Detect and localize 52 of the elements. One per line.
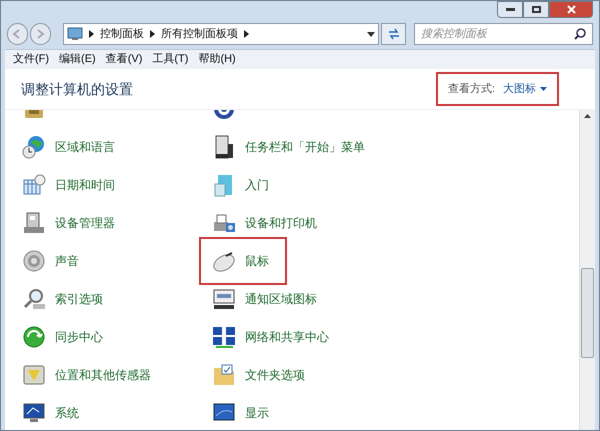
dropdown-arrow-icon[interactable] <box>367 32 376 36</box>
control-panel-link[interactable]: 鼠标 <box>245 252 269 270</box>
control-panel-link[interactable]: 网络和共享中心 <box>245 328 329 346</box>
refresh-button[interactable] <box>381 23 406 45</box>
caret-icon <box>540 87 547 91</box>
breadcrumb-arrow-icon <box>244 30 249 38</box>
control-panel-link[interactable]: 文件夹选项 <box>245 366 305 384</box>
search-field[interactable]: 搜索控制面板 <box>414 23 593 45</box>
computer-printer-icon <box>21 210 47 236</box>
control-panel-link[interactable]: 索引选项 <box>55 290 103 308</box>
page-heading: 调整计算机的设置 <box>21 80 133 98</box>
search-icon <box>574 28 586 40</box>
control-panel-link[interactable]: 位置和其他传感器 <box>55 366 151 384</box>
control-panel-link[interactable]: 系统 <box>55 404 79 422</box>
menu-item[interactable]: 工具(T) <box>152 51 188 68</box>
minimize-button[interactable] <box>497 1 523 18</box>
control-panel-link[interactable]: 任务栏和「开始」菜单 <box>245 138 365 156</box>
breadcrumb-arrow-icon <box>88 30 94 38</box>
network-icon <box>211 324 237 350</box>
scroll-up-icon[interactable] <box>584 114 591 118</box>
magnifier-icon <box>21 286 47 312</box>
control-panel-link[interactable]: 区域和语言 <box>55 138 115 156</box>
menu-item[interactable]: 文件(F) <box>13 51 50 68</box>
globe-clock-icon <box>21 134 47 160</box>
control-panel-link[interactable]: 同步中心 <box>55 328 103 346</box>
address-field[interactable]: 控制面板 所有控制面板项 <box>62 23 380 45</box>
control-panel-link[interactable]: 设备管理器 <box>55 214 115 232</box>
menu-item[interactable]: 帮助(H) <box>198 51 236 68</box>
maximize-button[interactable] <box>523 1 549 18</box>
control-panel-link[interactable]: 入门 <box>245 176 269 194</box>
menu-item[interactable]: 查看(V) <box>106 51 142 68</box>
control-panel-link[interactable]: 日期和时间 <box>55 176 115 194</box>
view-mode-dropdown[interactable]: 大图标 <box>503 80 547 98</box>
view-by-label: 查看方式: <box>448 82 495 97</box>
breadcrumb-arrow-icon <box>150 30 155 38</box>
breadcrumb-link[interactable]: 所有控制面板项 <box>160 26 238 42</box>
control-panel-link[interactable]: 显示 <box>245 404 269 422</box>
scrollbar-thumb[interactable] <box>581 268 594 358</box>
control-panel-icon <box>66 27 83 41</box>
sync-icon <box>21 324 47 350</box>
control-panel-link[interactable]: 通知区域图标 <box>245 290 317 308</box>
search-input[interactable]: 搜索控制面板 <box>420 26 574 42</box>
control-panel-link[interactable]: 设备和打印机 <box>245 214 317 232</box>
refresh-icon <box>386 28 401 40</box>
breadcrumb-link[interactable]: 控制面板 <box>100 26 144 42</box>
folder-icon <box>211 362 237 388</box>
menu-item[interactable]: 编辑(E) <box>59 51 96 68</box>
speaker-icon <box>21 248 47 274</box>
scrollbar[interactable] <box>579 110 595 430</box>
close-icon <box>566 5 576 14</box>
close-button[interactable] <box>549 1 593 18</box>
control-panel-link[interactable]: 声音 <box>55 252 79 270</box>
